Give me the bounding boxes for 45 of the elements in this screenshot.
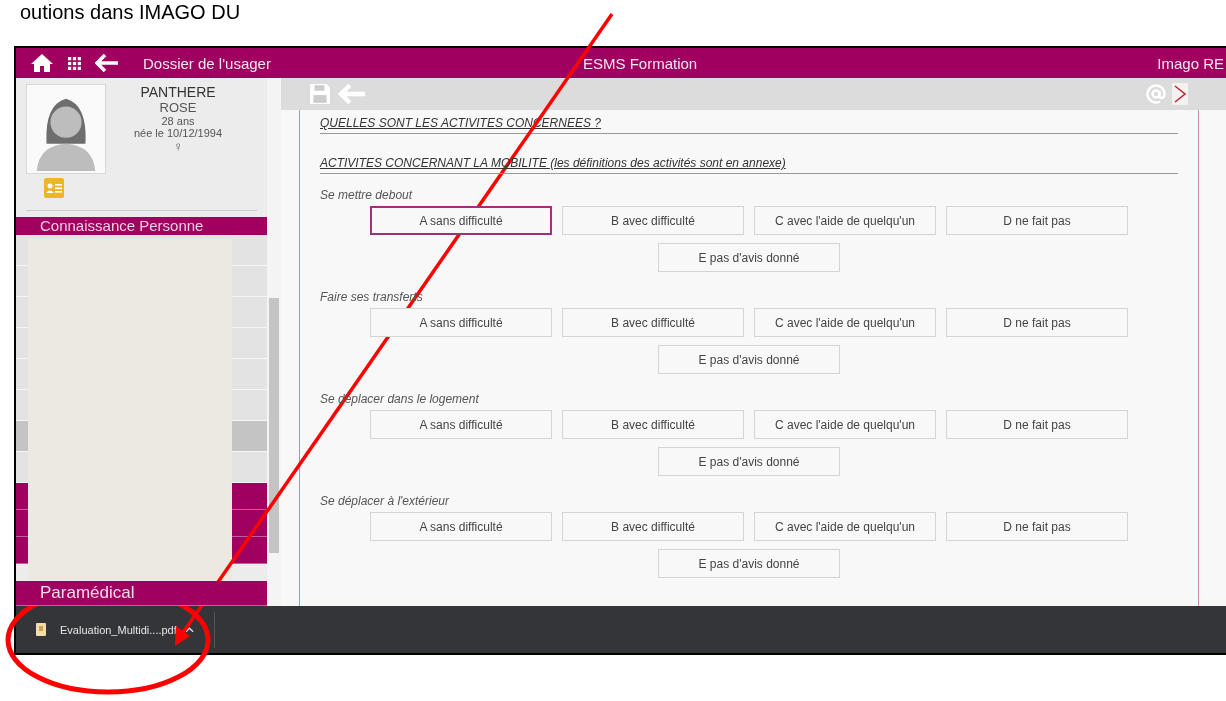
save-icon[interactable] — [309, 83, 331, 105]
avatar-silhouette-icon — [26, 84, 106, 174]
option-button[interactable]: E pas d'avis donné — [658, 447, 840, 476]
sex-symbol: ♀ — [173, 139, 183, 154]
option-button[interactable]: D ne fait pas — [946, 206, 1128, 235]
document-caption: outions dans IMAGO DU — [19, 0, 242, 25]
patient-age: 28 ans — [161, 115, 195, 127]
option-button[interactable]: A sans difficulté — [370, 512, 552, 541]
question-label: Se mettre debout — [320, 188, 414, 202]
option-button[interactable]: D ne fait pas — [946, 308, 1128, 337]
home-icon[interactable] — [30, 53, 54, 73]
pdf-icon[interactable] — [1172, 83, 1188, 105]
email-icon[interactable] — [1146, 84, 1166, 104]
scrollbar-thumb[interactable] — [269, 298, 279, 553]
option-button[interactable]: D ne fait pas — [946, 410, 1128, 439]
file-icon — [36, 623, 46, 636]
scrollbar[interactable] — [267, 78, 281, 606]
id-card-icon[interactable] — [44, 178, 64, 198]
app-title: Dossier de l'usager — [143, 54, 272, 72]
option-button[interactable]: B avec difficulté — [562, 410, 744, 439]
app-grid-icon[interactable] — [68, 56, 81, 70]
caret-icon[interactable] — [184, 626, 194, 633]
option-button[interactable]: A sans difficulté — [370, 410, 552, 439]
back-arrow-icon[interactable] — [95, 53, 119, 73]
option-button[interactable]: E pas d'avis donné — [658, 345, 840, 374]
patient-birth-date: née le 10/12/1994 — [133, 127, 223, 139]
option-button[interactable]: A sans difficulté — [370, 206, 552, 235]
option-button[interactable]: A sans difficulté — [370, 308, 552, 337]
option-button[interactable]: C avec l'aide de quelqu'un — [754, 512, 936, 541]
option-button[interactable]: B avec difficulté — [562, 308, 744, 337]
option-button[interactable]: C avec l'aide de quelqu'un — [754, 308, 936, 337]
patient-last-name: PANTHERE — [140, 84, 216, 100]
menu-item[interactable]: Paramédical — [16, 581, 267, 606]
option-button[interactable]: B avec difficulté — [562, 206, 744, 235]
option-button[interactable]: B avec difficulté — [562, 512, 744, 541]
option-button[interactable]: E pas d'avis donné — [658, 243, 840, 272]
menu-section-header[interactable]: Connaissance Personne — [16, 217, 267, 235]
option-button[interactable]: D ne fait pas — [946, 512, 1128, 541]
option-button[interactable]: C avec l'aide de quelqu'un — [754, 410, 936, 439]
option-button[interactable]: E pas d'avis donné — [658, 549, 840, 578]
organization-name: ESMS Formation — [583, 54, 699, 72]
question-label: Se déplacer à l'extérieur — [320, 494, 451, 508]
app-name: Imago RE — [1157, 54, 1224, 72]
option-button[interactable]: C avec l'aide de quelqu'un — [754, 206, 936, 235]
patient-first-name: ROSE — [159, 100, 197, 115]
